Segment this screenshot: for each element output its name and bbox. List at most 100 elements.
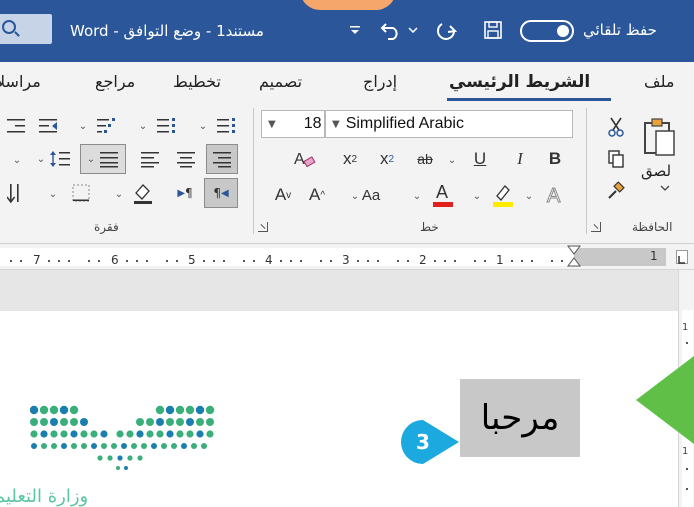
font-color-icon[interactable]: A — [428, 178, 458, 210]
ruler-number: 7 — [33, 253, 41, 267]
logo-dot — [201, 443, 207, 449]
logo-dot — [191, 443, 197, 449]
logo-dot — [60, 430, 68, 438]
align-left-button[interactable] — [134, 144, 166, 174]
strikethrough-button[interactable]: ab — [410, 146, 440, 172]
change-case-dropdown-icon[interactable]: ⌄ — [348, 186, 362, 206]
logo-dot — [146, 430, 154, 438]
line-spacing-dropdown-icon[interactable]: ⌄ — [10, 150, 24, 170]
highlight-color-icon[interactable] — [488, 180, 518, 210]
underline-dropdown-icon[interactable]: ⌄ — [445, 150, 459, 170]
selected-word[interactable]: مرحبا — [481, 398, 560, 438]
increase-indent-icon[interactable] — [2, 112, 30, 138]
ruler-tick — [253, 260, 255, 262]
bullets-icon[interactable] — [212, 112, 240, 138]
subscript-button[interactable]: x2 — [372, 146, 402, 172]
numbering-dropdown-icon[interactable]: ⌄ — [136, 116, 150, 136]
shading-dropdown-icon[interactable]: ⌄ — [112, 184, 126, 204]
logo-dot — [181, 443, 187, 449]
logo-dot — [141, 443, 147, 449]
logo-dot — [136, 430, 144, 438]
selected-text-highlight[interactable]: مرحبا — [460, 379, 580, 457]
paste-dropdown-icon[interactable] — [658, 182, 672, 194]
rtl-direction-button[interactable]: ¶ ◀ — [204, 178, 238, 208]
tab-layout[interactable]: تخطيط — [173, 72, 221, 91]
superscript-button[interactable]: x2 — [335, 146, 365, 172]
text-effects-dropdown-icon[interactable]: ⌄ — [522, 186, 536, 206]
grow-font-button[interactable]: A ^ — [302, 182, 332, 208]
paste-icon[interactable] — [640, 114, 678, 160]
autosave-label: حفظ تلقائي — [583, 21, 657, 39]
logo-dot — [175, 405, 185, 415]
ruler-tick — [397, 260, 399, 262]
logo-dot — [206, 430, 214, 438]
font-launcher-icon[interactable] — [258, 222, 268, 232]
ruler-tick — [474, 260, 476, 262]
underline-button[interactable]: U — [465, 146, 495, 172]
tab-insert[interactable]: إدراج — [363, 72, 397, 91]
tab-design[interactable]: تصميم — [259, 72, 302, 91]
autosave-toggle[interactable] — [520, 20, 574, 42]
ribbon-home: لصق الحافظة ▼ Simplified Arabic ▼ 18 B I… — [0, 106, 694, 244]
tab-mailings[interactable]: مراسلا — [0, 72, 41, 91]
ltr-direction-button[interactable]: ▶ ¶ — [170, 178, 200, 208]
line-spacing-icon[interactable]: ⌄ — [32, 144, 76, 174]
ruler-tick — [377, 260, 379, 262]
logo-dot — [70, 418, 78, 426]
ruler-tick — [551, 260, 553, 262]
clear-formatting-icon[interactable]: A — [288, 146, 320, 172]
font-name-dropdown-icon[interactable]: ▼ — [332, 119, 340, 130]
ruler-tick — [454, 260, 456, 262]
sort-icon[interactable] — [4, 178, 34, 208]
clipboard-launcher-icon[interactable] — [591, 222, 601, 232]
borders-icon[interactable] — [66, 178, 96, 208]
align-center-button[interactable] — [170, 144, 202, 174]
logo-dot — [127, 455, 133, 461]
tab-home[interactable]: الشريط الرئيسي — [449, 72, 590, 92]
align-right-button[interactable] — [206, 144, 238, 174]
tab-selector[interactable] — [676, 250, 688, 264]
paste-label[interactable]: لصق — [641, 162, 671, 180]
multilevel-dropdown-icon[interactable]: ⌄ — [76, 116, 90, 136]
cut-icon[interactable] — [604, 114, 628, 140]
redo-icon[interactable] — [434, 17, 460, 43]
ruler-number: 1 — [682, 322, 689, 333]
shrink-font-button[interactable]: Av — [268, 182, 298, 208]
font-name-combobox[interactable]: ▼ Simplified Arabic — [325, 110, 573, 138]
logo-dot — [50, 430, 58, 438]
font-size-combobox[interactable]: ▼ 18 — [261, 110, 325, 138]
highlight-dropdown-icon[interactable]: ⌄ — [470, 186, 484, 206]
horizontal-ruler[interactable]: 7 6 5 4 3 2 1 1 — [0, 244, 694, 270]
logo-dot — [31, 443, 37, 449]
logo-dot — [80, 430, 88, 438]
format-painter-icon[interactable] — [604, 178, 628, 204]
undo-icon[interactable] — [378, 17, 404, 43]
undo-dropdown-icon[interactable] — [406, 17, 420, 43]
ruler-number: 1 — [650, 249, 658, 263]
justify-button[interactable]: ⌄ — [80, 144, 126, 174]
ruler-tick — [68, 260, 70, 262]
borders-dropdown-icon[interactable]: ⌄ — [46, 184, 60, 204]
customize-toolbar-icon[interactable] — [345, 17, 365, 43]
save-icon[interactable] — [480, 17, 506, 43]
search-box[interactable] — [0, 14, 52, 44]
shading-icon[interactable] — [128, 178, 158, 208]
logo-dot — [186, 418, 194, 426]
step-number: 3 — [416, 430, 430, 454]
italic-button[interactable]: I — [505, 146, 535, 172]
tab-references[interactable]: مراجع — [95, 72, 135, 91]
font-size-dropdown-icon[interactable]: ▼ — [268, 119, 276, 130]
bullets-dropdown-icon[interactable]: ⌄ — [196, 116, 210, 136]
indent-marker-icon[interactable] — [567, 245, 581, 269]
multilevel-list-icon[interactable] — [92, 112, 120, 138]
numbering-icon[interactable] — [152, 112, 180, 138]
tab-file[interactable]: ملف — [644, 72, 674, 91]
font-color-dropdown-icon[interactable]: ⌄ — [410, 186, 424, 206]
text-effects-icon[interactable]: A — [540, 182, 570, 208]
logo-dot — [156, 418, 164, 426]
bold-button[interactable]: B — [540, 146, 570, 172]
logo-dot — [29, 405, 39, 415]
copy-icon[interactable] — [604, 146, 628, 172]
decrease-indent-icon[interactable] — [34, 112, 62, 138]
ruler-tick — [521, 260, 523, 262]
